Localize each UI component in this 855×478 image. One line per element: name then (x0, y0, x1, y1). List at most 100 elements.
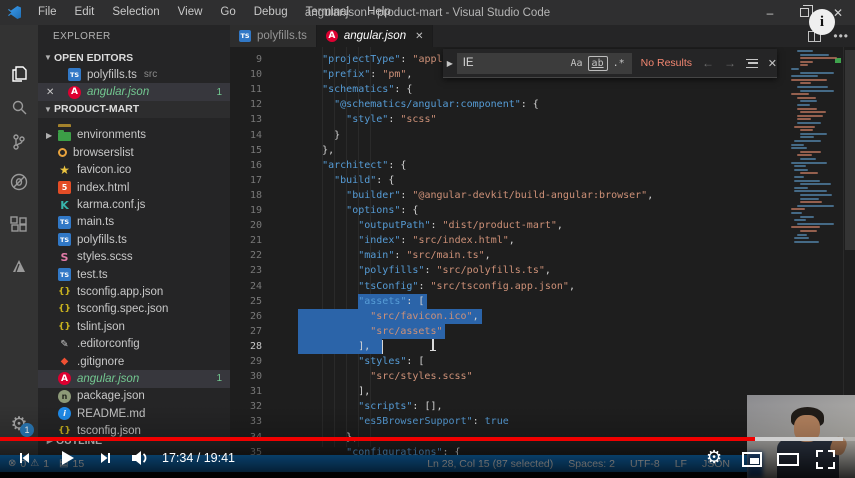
menu-go[interactable]: Go (211, 0, 244, 25)
file-row-angular.json[interactable]: Aangular.json1 (38, 370, 230, 387)
file-row-index.html[interactable]: 5index.html (38, 179, 230, 196)
code-line-13: "style": "scss" (298, 112, 437, 127)
file-row-.gitignore[interactable]: ◆.gitignore (38, 353, 230, 370)
minimap-line (800, 111, 826, 113)
open-editors-section[interactable]: ▼ OPEN EDITORS (38, 49, 230, 66)
file-row-test.ts[interactable]: TStest.ts (38, 266, 230, 283)
code-line-33: "es5BrowserSupport": true (298, 414, 509, 429)
debug-icon[interactable] (0, 165, 38, 199)
volume-icon[interactable] (130, 449, 150, 467)
project-section[interactable]: ▼ PRODUCT-MART (38, 101, 230, 118)
close-icon[interactable]: ✕ (46, 87, 54, 98)
menu-view[interactable]: View (169, 0, 212, 25)
search-icon[interactable] (0, 91, 38, 125)
file-row-README.md[interactable]: iREADME.md (38, 405, 230, 422)
code-line-28: ], (298, 339, 370, 354)
menu-selection[interactable]: Selection (103, 0, 168, 25)
file-row-environments[interactable]: ▶environments (38, 127, 230, 144)
next-icon[interactable] (98, 450, 114, 466)
minimap-line (800, 183, 831, 185)
code-editor[interactable]: ▶ IE Aa ab .* No Results ← → ✕ 9 "projec… (230, 47, 855, 455)
file-row-browserslist[interactable]: browserslist (38, 144, 230, 161)
whole-word-icon[interactable]: ab (588, 56, 608, 71)
menu-help[interactable]: Help (358, 0, 400, 25)
braces-file-icon: {} (58, 320, 71, 333)
code-line-21: "index": "src/index.html", (298, 233, 515, 248)
open-editor-angular.json[interactable]: ✕Aangular.json1 (38, 83, 230, 100)
open-editor-polyfills.ts[interactable]: TSpolyfills.tssrc (38, 66, 230, 83)
video-player[interactable]: FileEditSelectionViewGoDebugTerminalHelp… (0, 0, 855, 478)
find-previous-icon[interactable]: ← (702, 56, 714, 70)
code-line-20: "outputPath": "dist/product-mart", (298, 218, 563, 233)
file-row-partial[interactable] (38, 118, 230, 127)
progress-bar[interactable] (0, 437, 855, 441)
extensions-icon[interactable] (0, 209, 38, 243)
find-expand-icon[interactable]: ▶ (443, 59, 457, 68)
file-row-karma.conf.js[interactable]: Kkarma.conf.js (38, 196, 230, 213)
file-label: index.html (77, 182, 129, 194)
tab-close-icon[interactable]: ✕ (415, 31, 423, 42)
file-row-package.json[interactable]: npackage.json (38, 388, 230, 405)
find-in-selection-icon[interactable] (746, 59, 758, 68)
minimap[interactable] (791, 50, 843, 250)
find-next-icon[interactable]: → (724, 56, 736, 70)
chevron-down-icon: ▼ (42, 53, 54, 62)
line-number: 10 (230, 67, 262, 82)
minimap-line (800, 64, 808, 66)
minimap-line (800, 133, 827, 135)
azure-icon[interactable] (0, 249, 38, 283)
editor-scrollbar[interactable] (843, 47, 855, 455)
miniplayer-icon[interactable] (742, 452, 762, 467)
menu-debug[interactable]: Debug (245, 0, 297, 25)
file-row-tsconfig.spec.json[interactable]: {}tsconfig.spec.json (38, 301, 230, 318)
find-input[interactable]: IE Aa ab .* (457, 53, 632, 74)
line-number: 27 (230, 324, 262, 339)
activity-bar: ⚙ 1 (0, 25, 38, 455)
minimap-line (794, 140, 821, 142)
find-close-icon[interactable]: ✕ (768, 57, 777, 70)
line-number: 11 (230, 82, 262, 97)
file-row-favicon.ico[interactable]: ★favicon.ico (38, 162, 230, 179)
file-row-tsconfig.app.json[interactable]: {}tsconfig.app.json (38, 283, 230, 300)
files-icon[interactable] (0, 57, 38, 91)
menu-terminal[interactable]: Terminal (297, 0, 358, 25)
ts-file-icon: TS (58, 216, 71, 229)
play-icon[interactable] (56, 447, 78, 469)
match-case-icon[interactable]: Aa (568, 57, 586, 70)
find-query-text[interactable]: IE (463, 57, 566, 69)
player-controls: 17:34 / 19:41 ⚙ (0, 444, 855, 478)
file-row-tslint.json[interactable]: {} tslint.json (38, 318, 230, 335)
minimap-line (797, 118, 811, 120)
menu-edit[interactable]: Edit (66, 0, 104, 25)
tab-angular.json[interactable]: Aangular.json✕ (317, 25, 434, 47)
previous-icon[interactable] (16, 450, 32, 466)
find-results-label: No Results (641, 57, 692, 69)
source-control-icon[interactable] (0, 125, 38, 159)
file-path-suffix: src (144, 69, 157, 80)
file-row-styles.scss[interactable]: Sstyles.scss (38, 249, 230, 266)
player-settings-icon[interactable]: ⚙ (706, 447, 722, 468)
line-number: 9 (230, 52, 262, 67)
menu-file[interactable]: File (29, 0, 66, 25)
minimize-icon[interactable]: – (753, 0, 787, 25)
file-label: angular.json (77, 373, 139, 385)
minimap-line (800, 61, 813, 63)
minimap-line (791, 79, 827, 81)
video-info-icon[interactable]: i (809, 9, 835, 35)
minimap-line (791, 68, 799, 70)
minimap-line (797, 205, 834, 207)
file-row-.editorconfig[interactable]: ✎.editorconfig (38, 335, 230, 352)
minimap-line (797, 50, 813, 52)
more-actions-icon[interactable]: ••• (833, 29, 849, 43)
tab-polyfills.ts[interactable]: TSpolyfills.ts (230, 25, 317, 47)
theater-mode-icon[interactable] (777, 453, 799, 466)
file-row-main.ts[interactable]: TS main.ts (38, 214, 230, 231)
project-label: PRODUCT-MART (54, 103, 139, 115)
file-label: main.ts (77, 216, 114, 228)
regex-icon[interactable]: .* (610, 57, 628, 70)
file-label: tslint.json (77, 321, 125, 333)
file-row-polyfills.ts[interactable]: TSpolyfills.ts (38, 231, 230, 248)
fullscreen-icon[interactable] (816, 450, 835, 469)
karma-file-icon: K (58, 199, 71, 212)
code-line-24: "tsConfig": "src/tsconfig.app.json", (298, 279, 575, 294)
